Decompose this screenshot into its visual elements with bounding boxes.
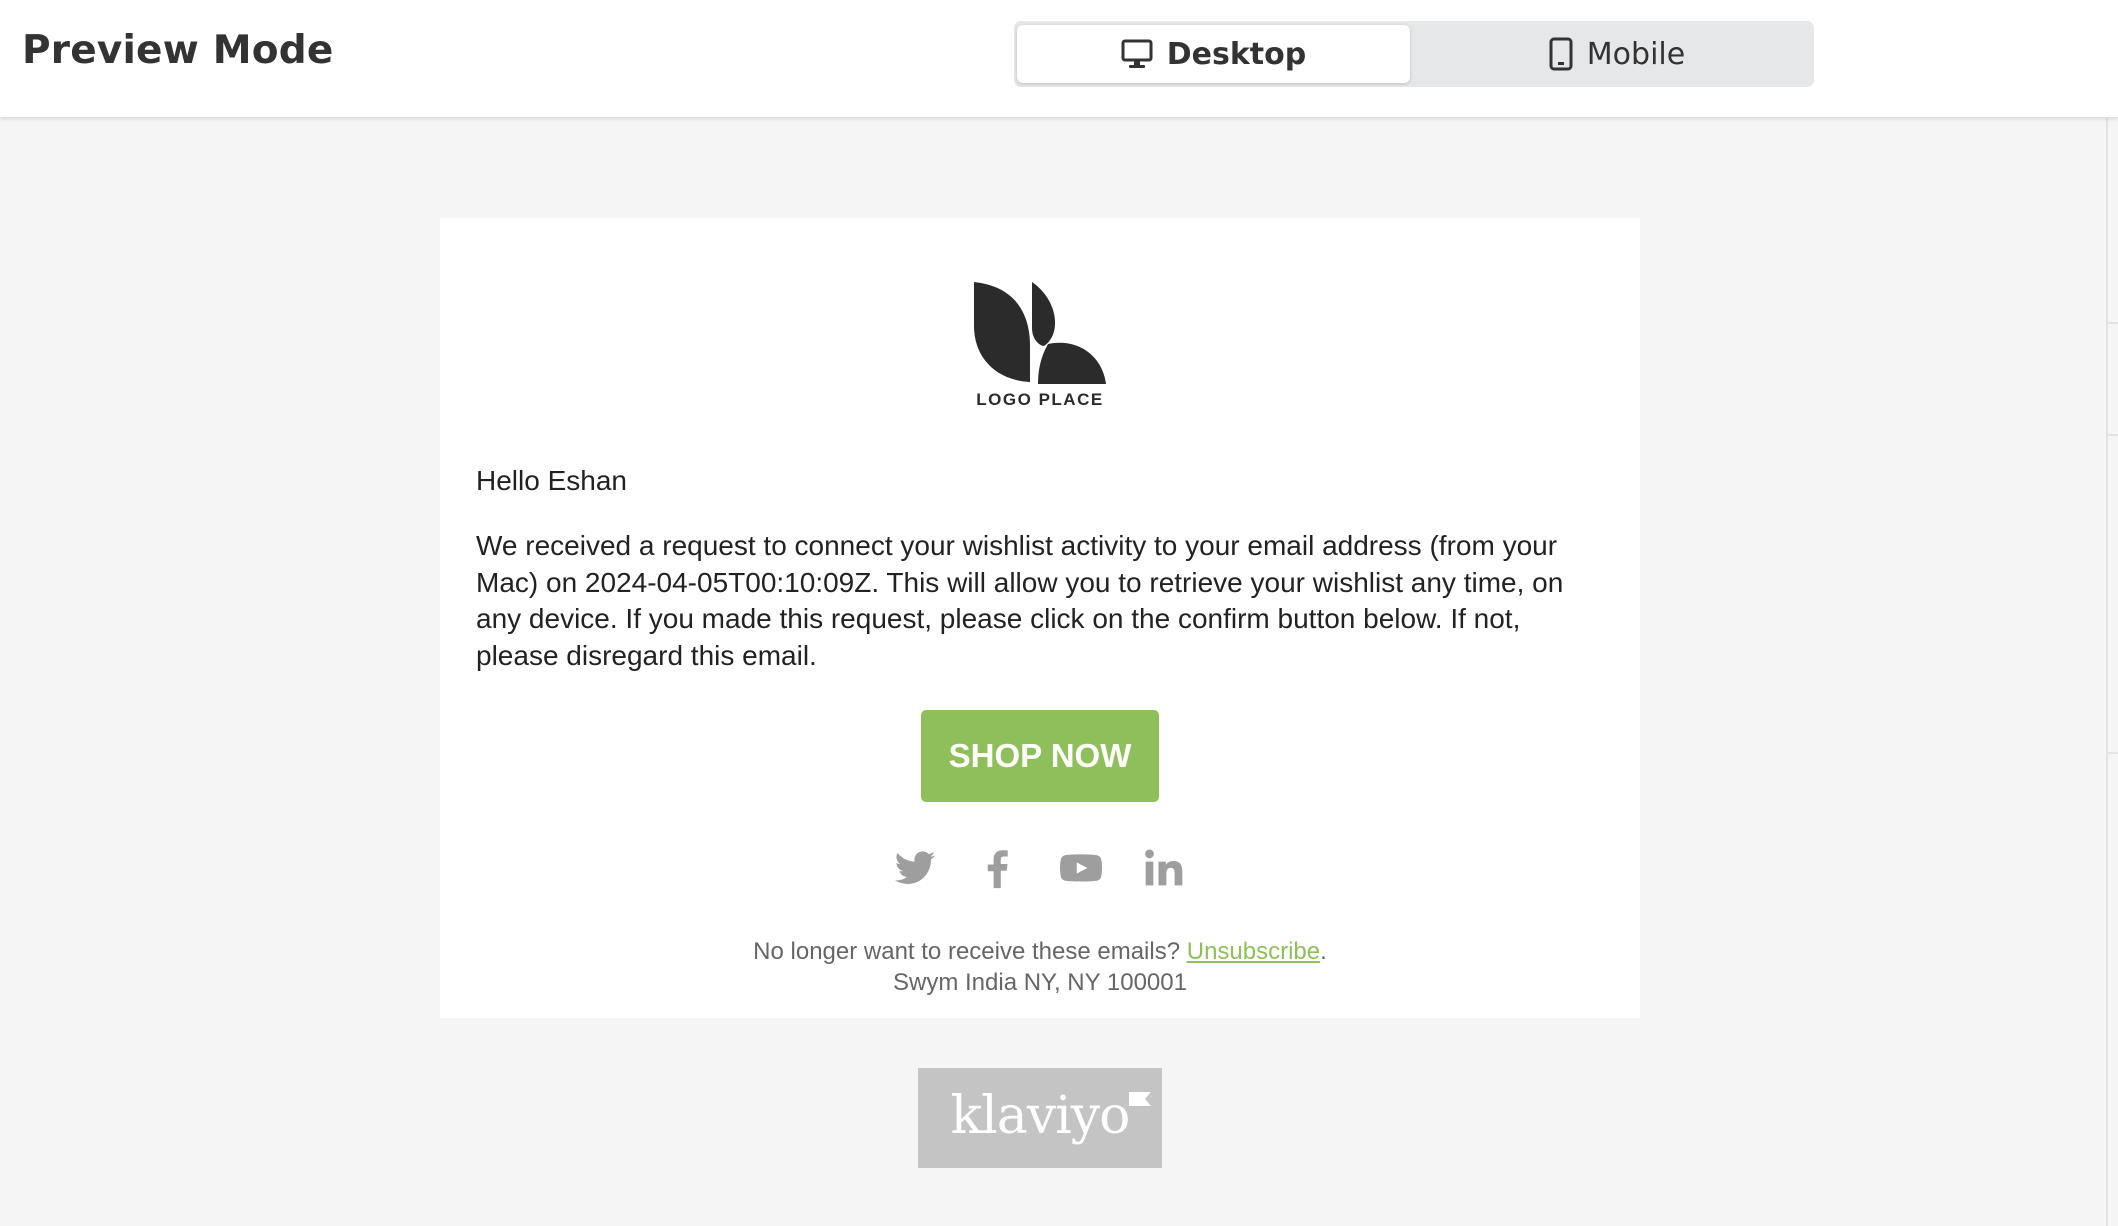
unsubscribe-prefix: No longer want to receive these emails?: [753, 938, 1187, 965]
tab-desktop-label: Desktop: [1166, 36, 1307, 72]
divider: [2108, 434, 2118, 436]
logo-text: LOGO PLACE: [976, 390, 1104, 409]
twitter-icon[interactable]: [893, 846, 937, 890]
device-toggle: Desktop Mobile: [1014, 21, 1814, 87]
tab-mobile-label: Mobile: [1586, 36, 1686, 72]
brand-logo: LOGO PLACE: [972, 280, 1108, 410]
mobile-icon: [1549, 37, 1573, 71]
shop-now-button[interactable]: SHOP NOW: [921, 710, 1159, 802]
divider: [2108, 322, 2118, 324]
email-preview: LOGO PLACE Hello Eshan We received a req…: [440, 218, 1640, 1018]
unsubscribe-line: No longer want to receive these emails? …: [440, 938, 1640, 966]
tab-desktop[interactable]: Desktop: [1017, 25, 1410, 83]
klaviyo-badge[interactable]: klaviyo: [918, 1068, 1162, 1168]
unsubscribe-suffix: .: [1320, 938, 1327, 965]
facebook-icon[interactable]: [976, 846, 1020, 890]
unsubscribe-link[interactable]: Unsubscribe: [1187, 938, 1320, 965]
desktop-icon: [1121, 38, 1153, 70]
linkedin-icon[interactable]: [1142, 846, 1186, 890]
scrollbar-track[interactable]: [2106, 118, 2108, 1226]
top-bar: Preview Mode Desktop Mobile: [0, 0, 2118, 117]
youtube-icon[interactable]: [1059, 846, 1103, 890]
page-title: Preview Mode: [22, 28, 334, 73]
flag-icon: [1129, 1092, 1152, 1106]
email-body: We received a request to connect your wi…: [476, 530, 1564, 671]
greeting: Hello Eshan: [476, 465, 627, 496]
divider: [2108, 752, 2118, 754]
klaviyo-wordmark: klaviyo: [950, 1086, 1152, 1146]
tab-mobile[interactable]: Mobile: [1424, 25, 1810, 83]
company-address: Swym India NY, NY 100001: [893, 969, 1187, 996]
klaviyo-badge-text: klaviyo: [950, 1086, 1131, 1146]
